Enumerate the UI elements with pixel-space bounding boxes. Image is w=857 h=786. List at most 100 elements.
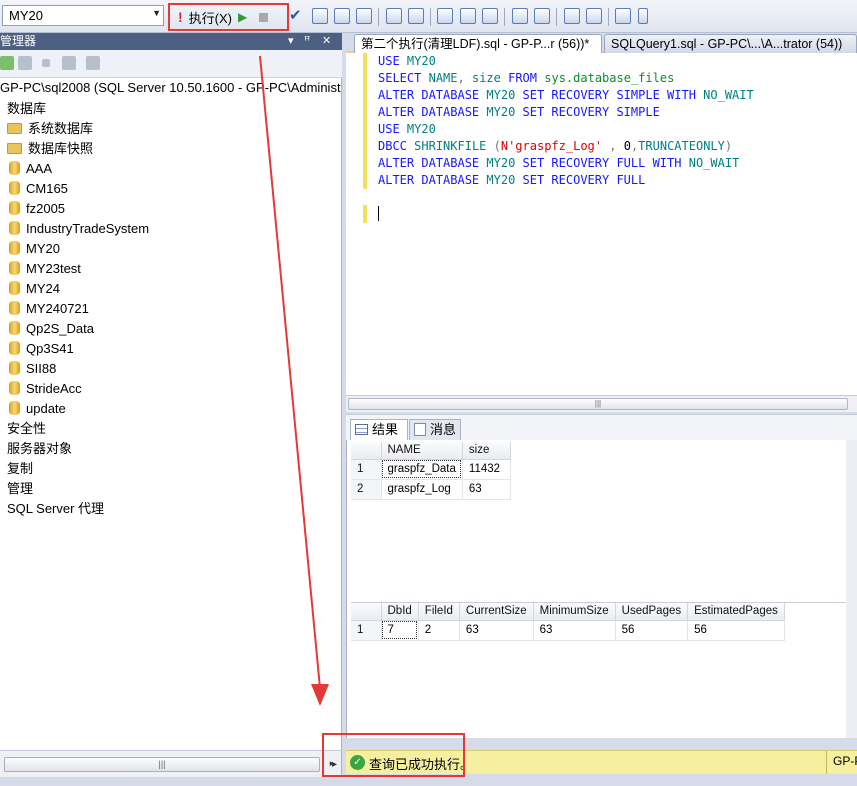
database-icon: [9, 181, 20, 195]
row-number[interactable]: 1: [351, 620, 382, 641]
decrease-indent-icon[interactable]: [564, 8, 580, 24]
tree-node-databases[interactable]: 数据库: [7, 99, 46, 119]
results-to-text-icon[interactable]: [437, 8, 453, 24]
tree-node-database[interactable]: Qp3S41: [9, 339, 74, 359]
column-header[interactable]: DbId: [381, 603, 419, 621]
tree-node-database[interactable]: AAA: [9, 159, 52, 179]
specify-values-icon[interactable]: [615, 8, 631, 24]
tree-node-database[interactable]: fz2005: [9, 199, 65, 219]
grid-cell[interactable]: 63: [462, 479, 511, 500]
cancel-query-icon[interactable]: [259, 12, 269, 22]
query-designer-icon[interactable]: [334, 8, 350, 24]
tab-sqlquery1[interactable]: SQLQuery1.sql - GP-PC\...\A...trator (54…: [604, 34, 857, 53]
tab-results[interactable]: 结果: [350, 419, 408, 440]
pin-icon[interactable]: ꟸ: [304, 33, 310, 49]
grid-cell[interactable]: 63: [533, 620, 616, 641]
tree-node-sql-agent[interactable]: SQL Server 代理: [7, 499, 104, 519]
results-grid-2: DbId FileId CurrentSize MinimumSize Used…: [351, 603, 785, 641]
window-bottom-edge: [0, 777, 857, 786]
tab-messages[interactable]: 消息: [409, 419, 461, 440]
column-header[interactable]: FileId: [418, 603, 460, 621]
tree-node-database[interactable]: MY24: [9, 279, 60, 299]
results-to-grid-icon[interactable]: [460, 8, 476, 24]
tree-node-database[interactable]: IndustryTradeSystem: [9, 219, 149, 239]
column-header[interactable]: size: [462, 442, 511, 460]
tree-node-database[interactable]: SII88: [9, 359, 56, 379]
execute-button[interactable]: 执行(X): [189, 8, 232, 27]
sql-editor[interactable]: USE MY20 SELECT NAME, size FROM sys.data…: [346, 53, 857, 395]
object-explorer-scrollbar[interactable]: ||| ▸: [0, 750, 342, 777]
folder-icon: [7, 123, 22, 134]
scrollbar-thumb[interactable]: |||: [348, 398, 848, 410]
tree-node-database[interactable]: update: [9, 399, 66, 419]
table-row[interactable]: 1 7 2 63 63 56 56: [351, 620, 785, 641]
increase-indent-icon[interactable]: [586, 8, 602, 24]
include-plan-icon[interactable]: [408, 8, 424, 24]
refresh-icon[interactable]: [86, 56, 100, 70]
filter-icon[interactable]: [62, 56, 76, 70]
execute-group: ! 执行(X) ▶: [168, 3, 289, 31]
tree-node-server-objects[interactable]: 服务器对象: [7, 439, 72, 459]
results-scrollbar[interactable]: [846, 440, 857, 738]
tree-node-replication[interactable]: 复制: [7, 459, 33, 479]
tab-query-active[interactable]: 第二个执行(清理LDF).sql - GP-P...r (56))*: [354, 34, 602, 53]
parse-check-icon[interactable]: ✔: [289, 6, 305, 24]
column-header[interactable]: CurrentSize: [459, 603, 534, 621]
results-grid-2-container: DbId FileId CurrentSize MinimumSize Used…: [351, 602, 854, 642]
grid-cell[interactable]: 11432: [462, 459, 511, 480]
database-icon: [9, 401, 20, 415]
column-header[interactable]: MinimumSize: [533, 603, 616, 621]
grid-cell[interactable]: graspfz_Log: [381, 479, 463, 500]
tree-node-database[interactable]: MY240721: [9, 299, 89, 319]
display-plan-icon[interactable]: [312, 8, 328, 24]
code-line-4: ALTER DATABASE MY20 SET RECOVERY SIMPLE: [378, 105, 660, 119]
tree-node-management[interactable]: 管理: [7, 479, 33, 499]
row-number[interactable]: 2: [351, 479, 382, 500]
connect-icon[interactable]: [0, 56, 14, 70]
grid-cell[interactable]: 56: [615, 620, 689, 641]
grid-cell[interactable]: 63: [459, 620, 534, 641]
column-header[interactable]: UsedPages: [615, 603, 689, 621]
grid-cell[interactable]: 2: [418, 620, 460, 641]
column-header[interactable]: EstimatedPages: [687, 603, 785, 621]
query-toolbar: MY20 ▼ ! 执行(X) ▶ ✔: [0, 0, 857, 33]
table-row[interactable]: 1 graspfz_Data 11432: [351, 459, 511, 480]
grid-cell[interactable]: 7: [381, 620, 419, 641]
grid-cell[interactable]: 56: [687, 620, 785, 641]
row-number[interactable]: 1: [351, 459, 382, 480]
tree-node-database[interactable]: StrideAcc: [9, 379, 82, 399]
editor-gutter: [346, 53, 364, 395]
tree-node-database[interactable]: CM165: [9, 179, 68, 199]
scrollbar-thumb[interactable]: |||: [4, 757, 320, 772]
query-options-icon[interactable]: [356, 8, 372, 24]
dropdown-icon[interactable]: ▾: [288, 33, 294, 49]
tree-node-label: Qp3S41: [26, 341, 74, 356]
tree-node-server[interactable]: GP-PC\sql2008 (SQL Server 10.50.1600 - G…: [0, 78, 341, 98]
table-row[interactable]: 2 graspfz_Log 63: [351, 479, 511, 500]
tree-node-security[interactable]: 安全性: [7, 419, 46, 439]
intellisense-icon[interactable]: [386, 8, 402, 24]
database-select[interactable]: MY20 ▼: [2, 5, 164, 26]
editor-scrollbar[interactable]: |||: [346, 395, 857, 412]
grid-cell[interactable]: graspfz_Data: [381, 459, 463, 480]
toolbar-divider: [504, 8, 505, 26]
toolbar-overflow-icon[interactable]: [638, 8, 648, 24]
document-tab-strip: 第二个执行(清理LDF).sql - GP-P...r (56))* SQLQu…: [346, 33, 857, 53]
tree-node-snapshots[interactable]: 数据库快照: [7, 139, 93, 159]
uncomment-icon[interactable]: [534, 8, 550, 24]
results-to-file-icon[interactable]: [482, 8, 498, 24]
stop-icon[interactable]: [42, 59, 50, 67]
column-header[interactable]: NAME: [381, 442, 463, 460]
database-icon: [9, 341, 20, 355]
close-icon[interactable]: ✕: [322, 33, 331, 49]
debug-play-icon[interactable]: ▶: [238, 10, 247, 24]
tree-node-label: 数据库快照: [28, 141, 94, 156]
exclamation-icon: !: [178, 9, 183, 25]
comment-icon[interactable]: [512, 8, 528, 24]
tree-node-label: SQL Server 代理: [7, 501, 105, 516]
tree-node-database[interactable]: Qp2S_Data: [9, 319, 94, 339]
disconnect-icon[interactable]: [18, 56, 32, 70]
tree-node-database[interactable]: MY23test: [9, 259, 81, 279]
tree-node-system-databases[interactable]: 系统数据库: [7, 119, 93, 139]
tree-node-database[interactable]: MY20: [9, 239, 60, 259]
